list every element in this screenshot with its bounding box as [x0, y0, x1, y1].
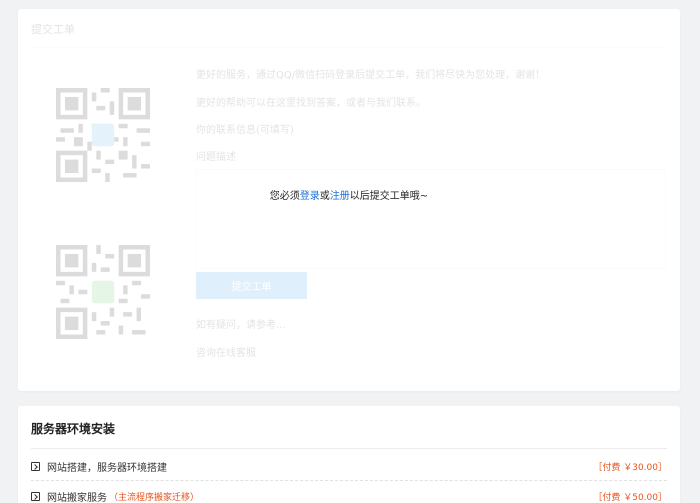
login-required-notice: 您必须登录或注册以后提交工单哦~	[18, 187, 680, 202]
service-price: ［付费 ￥30.00］	[593, 463, 667, 473]
register-link[interactable]: 注册	[330, 191, 350, 202]
server-env-card: 服务器环境安装 网站搭建，服务器环境搭建 ［付费 ￥30.00］ 网站搬家服务 …	[18, 406, 680, 503]
problem-textarea	[196, 169, 666, 269]
service-name: 网站搬家服务	[47, 492, 107, 503]
submit-ticket-button: 提交工单	[196, 272, 307, 299]
ticket-help-line: 更好的帮助可以在这里找到答案，或者与我们联系。	[196, 98, 426, 109]
notice-suffix: 以后提交工单哦~	[349, 191, 429, 202]
title-divider	[31, 47, 667, 48]
service-name: 网站搭建，服务器环境搭建	[47, 463, 167, 474]
online-support-link: 咨询在线客服	[196, 348, 256, 359]
wechat-qr-code	[56, 245, 150, 339]
ticket-intro-line: 更好的服务，通过QQ/微信扫码登录后提交工单，我们将尽快为您处理，谢谢！	[196, 70, 546, 81]
service-tag: （主流程序搬家迁移）	[109, 492, 200, 503]
help-link: 如有疑问，请参考...	[196, 320, 286, 331]
service-row-site-setup[interactable]: 网站搭建，服务器环境搭建 ［付费 ￥30.00］	[31, 453, 667, 481]
title-divider	[31, 448, 667, 449]
login-link[interactable]: 登录	[300, 191, 320, 202]
notice-prefix: 您必须	[269, 191, 300, 202]
service-price: ［付费 ￥50.00］	[593, 492, 667, 503]
service-row-site-migration[interactable]: 网站搬家服务 （主流程序搬家迁移） ［付费 ￥50.00］	[31, 482, 667, 503]
arrow-box-icon	[31, 491, 40, 501]
qq-qr-code	[56, 88, 150, 182]
notice-or: 或	[319, 191, 330, 202]
ticket-card: 提交工单 更好的服务，通过QQ/微信扫码登录后提交工单，我们将尽快为您处理，谢谢…	[18, 9, 680, 391]
problem-field-label: 问题描述	[196, 152, 236, 163]
ticket-title: 提交工单	[31, 23, 75, 36]
arrow-box-icon	[31, 462, 40, 471]
env-title: 服务器环境安装	[31, 422, 116, 436]
ticket-contact-line: 你的联系信息(可填写)	[196, 125, 294, 136]
